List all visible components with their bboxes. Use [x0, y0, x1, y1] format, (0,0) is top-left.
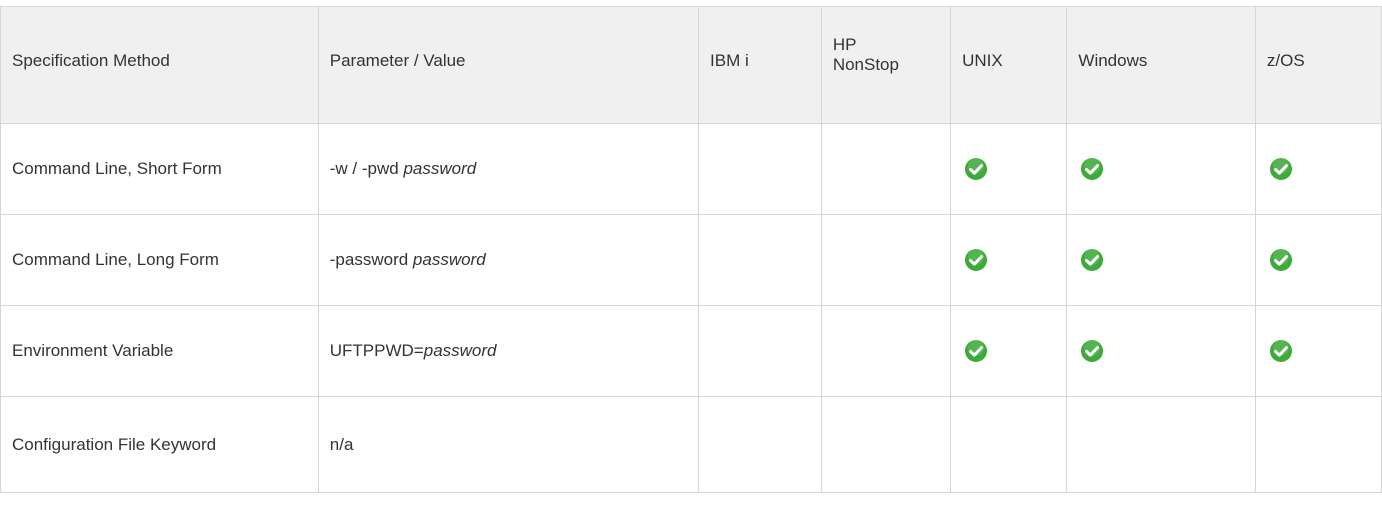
- hp-nonstop-cell: [820, 123, 952, 215]
- zos-cell: [1254, 123, 1382, 215]
- green-check-circle-icon: [1081, 158, 1104, 180]
- green-check-circle-icon: [965, 249, 988, 271]
- windows-cell: [1066, 214, 1256, 306]
- zos-cell: [1254, 396, 1382, 493]
- zos-cell: [1254, 214, 1382, 306]
- ibm-i-cell: [698, 123, 822, 215]
- table-row: Command Line, Long Form -password passwo…: [0, 214, 1382, 306]
- ibm-i-cell: [698, 214, 822, 306]
- header-unix: UNIX: [950, 6, 1068, 124]
- param-cell: n/a: [317, 396, 700, 493]
- green-check-circle-icon: [1081, 340, 1104, 362]
- method-cell: Configuration File Keyword: [0, 396, 319, 493]
- header-ibm-i: IBM i: [698, 6, 822, 124]
- hp-nonstop-cell: [820, 214, 952, 306]
- method-cell: Environment Variable: [0, 305, 319, 397]
- param-prefix: -password: [329, 250, 413, 269]
- method-cell: Command Line, Short Form: [0, 123, 319, 215]
- param-prefix: UFTPPWD=: [329, 341, 424, 360]
- ibm-i-cell: [698, 396, 822, 493]
- header-zos: z/OS: [1254, 6, 1382, 124]
- green-check-circle-icon: [1269, 249, 1292, 271]
- header-parameter-value: Parameter / Value: [317, 6, 700, 124]
- header-specification-method: Specification Method: [0, 6, 319, 124]
- header-windows: Windows: [1066, 6, 1256, 124]
- header-row: Specification Method Parameter / Value I…: [0, 6, 1382, 124]
- header-hp-nonstop-line1: HP: [832, 35, 857, 54]
- unix-cell: [950, 396, 1068, 493]
- param-italic: password: [423, 341, 497, 360]
- green-check-circle-icon: [1269, 340, 1292, 362]
- zos-cell: [1254, 305, 1382, 397]
- param-prefix: n/a: [329, 434, 354, 454]
- windows-cell: [1066, 123, 1256, 215]
- param-italic: password: [412, 250, 486, 269]
- table-row: Command Line, Short Form -w / -pwd passw…: [0, 123, 1382, 215]
- platform-support-table: Specification Method Parameter / Value I…: [0, 6, 1382, 493]
- param-prefix: -w / -pwd: [329, 159, 404, 178]
- green-check-circle-icon: [1081, 249, 1104, 271]
- method-cell: Command Line, Long Form: [0, 214, 319, 306]
- windows-cell: [1066, 305, 1256, 397]
- header-hp-nonstop: HP NonStop: [820, 6, 952, 124]
- param-italic: password: [403, 159, 477, 178]
- unix-cell: [950, 123, 1068, 215]
- unix-cell: [950, 305, 1068, 397]
- windows-cell: [1066, 396, 1256, 493]
- param-cell: -w / -pwd password: [317, 123, 700, 215]
- hp-nonstop-cell: [820, 396, 952, 493]
- green-check-circle-icon: [965, 340, 988, 362]
- table-row: Configuration File Keyword n/a: [0, 396, 1382, 493]
- green-check-circle-icon: [965, 158, 988, 180]
- unix-cell: [950, 214, 1068, 306]
- hp-nonstop-cell: [820, 305, 952, 397]
- param-cell: -password password: [317, 214, 700, 306]
- green-check-circle-icon: [1269, 158, 1292, 180]
- param-cell: UFTPPWD=password: [317, 305, 700, 397]
- ibm-i-cell: [698, 305, 822, 397]
- header-hp-nonstop-line2: NonStop: [832, 55, 899, 74]
- table-row: Environment Variable UFTPPWD=password: [0, 305, 1382, 397]
